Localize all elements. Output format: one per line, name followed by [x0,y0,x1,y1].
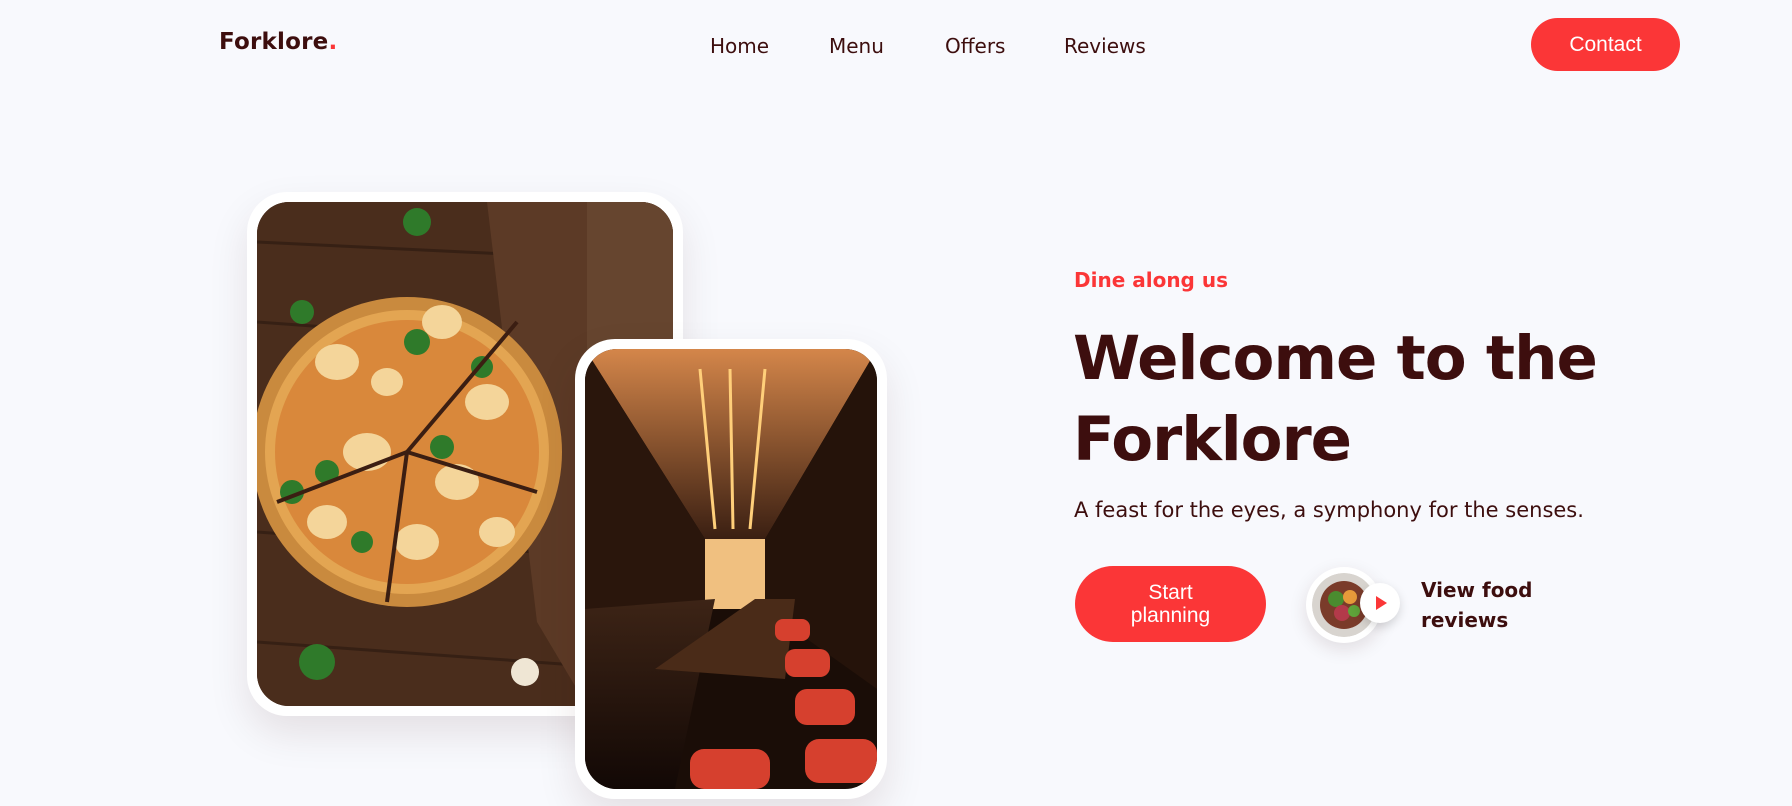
nav-item-reviews[interactable]: Reviews [1064,34,1146,58]
restaurant-interior-photo [585,349,877,789]
view-food-reviews-link[interactable]: View food reviews [1421,575,1541,635]
play-triangle-icon [1376,596,1387,610]
hero-eyebrow: Dine along us [1074,268,1228,292]
brand-name: Forklore [219,29,329,55]
brand-logo[interactable]: Forklore. [219,29,337,55]
brand-dot: . [328,29,338,55]
start-planning-label: Start planning [1130,581,1211,627]
restaurant-image-card [575,339,887,799]
nav-item-menu[interactable]: Menu [829,34,884,58]
start-planning-button[interactable]: Start planning [1075,566,1266,642]
nav-item-home[interactable]: Home [710,34,769,58]
hero-subtext: A feast for the eyes, a symphony for the… [1074,498,1584,522]
hero-headline: Welcome to the Forklore [1073,323,1598,475]
nav-item-offers[interactable]: Offers [945,34,1005,58]
contact-button[interactable]: Contact [1531,18,1680,71]
play-icon[interactable] [1360,583,1400,623]
